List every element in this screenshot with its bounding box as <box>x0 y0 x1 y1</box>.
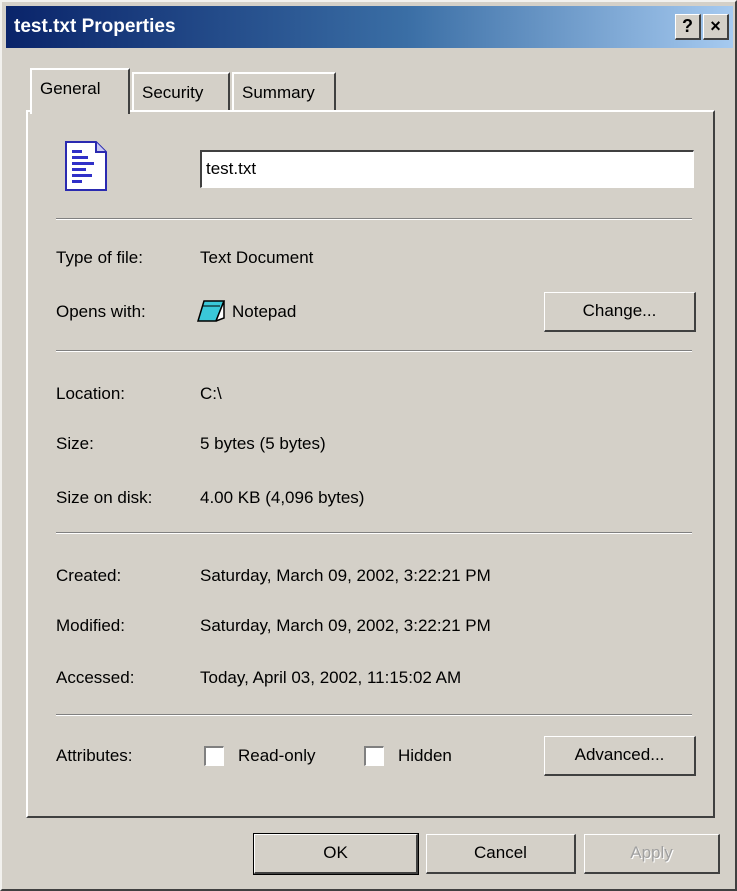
file-name-field[interactable]: test.txt <box>200 150 694 188</box>
tab-general[interactable]: General <box>30 68 130 114</box>
text-file-icon <box>64 140 108 197</box>
attributes-label: Attributes: <box>56 746 133 765</box>
window-title: test.txt Properties <box>14 16 176 37</box>
help-button[interactable]: ? <box>675 14 701 40</box>
advanced-button[interactable]: Advanced... <box>544 736 696 776</box>
read-only-checkbox[interactable] <box>204 746 224 766</box>
notepad-icon <box>196 298 226 329</box>
opens-with-label: Opens with: <box>56 302 146 321</box>
size-label: Size: <box>56 434 94 453</box>
modified-label: Modified: <box>56 616 125 635</box>
hidden-label[interactable]: Hidden <box>398 746 452 766</box>
modified-value: Saturday, March 09, 2002, 3:22:21 PM <box>200 616 491 635</box>
apply-button[interactable]: Apply <box>584 834 720 874</box>
size-on-disk-label: Size on disk: <box>56 488 153 507</box>
separator <box>56 350 692 352</box>
properties-dialog: test.txt Properties ? × General Security… <box>0 0 737 891</box>
ok-button[interactable]: OK <box>253 833 419 875</box>
location-label: Location: <box>56 384 125 403</box>
accessed-label: Accessed: <box>56 668 135 687</box>
title-bar: test.txt Properties ? × <box>6 6 733 48</box>
cancel-button[interactable]: Cancel <box>426 834 576 874</box>
change-button[interactable]: Change... <box>544 292 696 332</box>
separator <box>56 218 692 220</box>
type-of-file-label: Type of file: <box>56 248 143 267</box>
opens-with-value: Notepad <box>232 302 297 321</box>
separator <box>56 532 692 534</box>
created-label: Created: <box>56 566 122 585</box>
close-button[interactable]: × <box>703 14 729 40</box>
location-value: C:\ <box>200 384 222 403</box>
accessed-value: Today, April 03, 2002, 11:15:02 AM <box>200 668 462 687</box>
tab-summary[interactable]: Summary <box>232 72 336 112</box>
tab-security[interactable]: Security <box>132 72 230 112</box>
type-of-file-value: Text Document <box>200 248 314 267</box>
created-value: Saturday, March 09, 2002, 3:22:21 PM <box>200 566 491 585</box>
size-on-disk-value: 4.00 KB (4,096 bytes) <box>200 488 365 507</box>
general-panel: test.txt Type of file: Text Document Ope… <box>26 110 715 818</box>
read-only-label[interactable]: Read-only <box>238 746 316 766</box>
hidden-checkbox[interactable] <box>364 746 384 766</box>
size-value: 5 bytes (5 bytes) <box>200 434 326 453</box>
separator <box>56 714 692 716</box>
